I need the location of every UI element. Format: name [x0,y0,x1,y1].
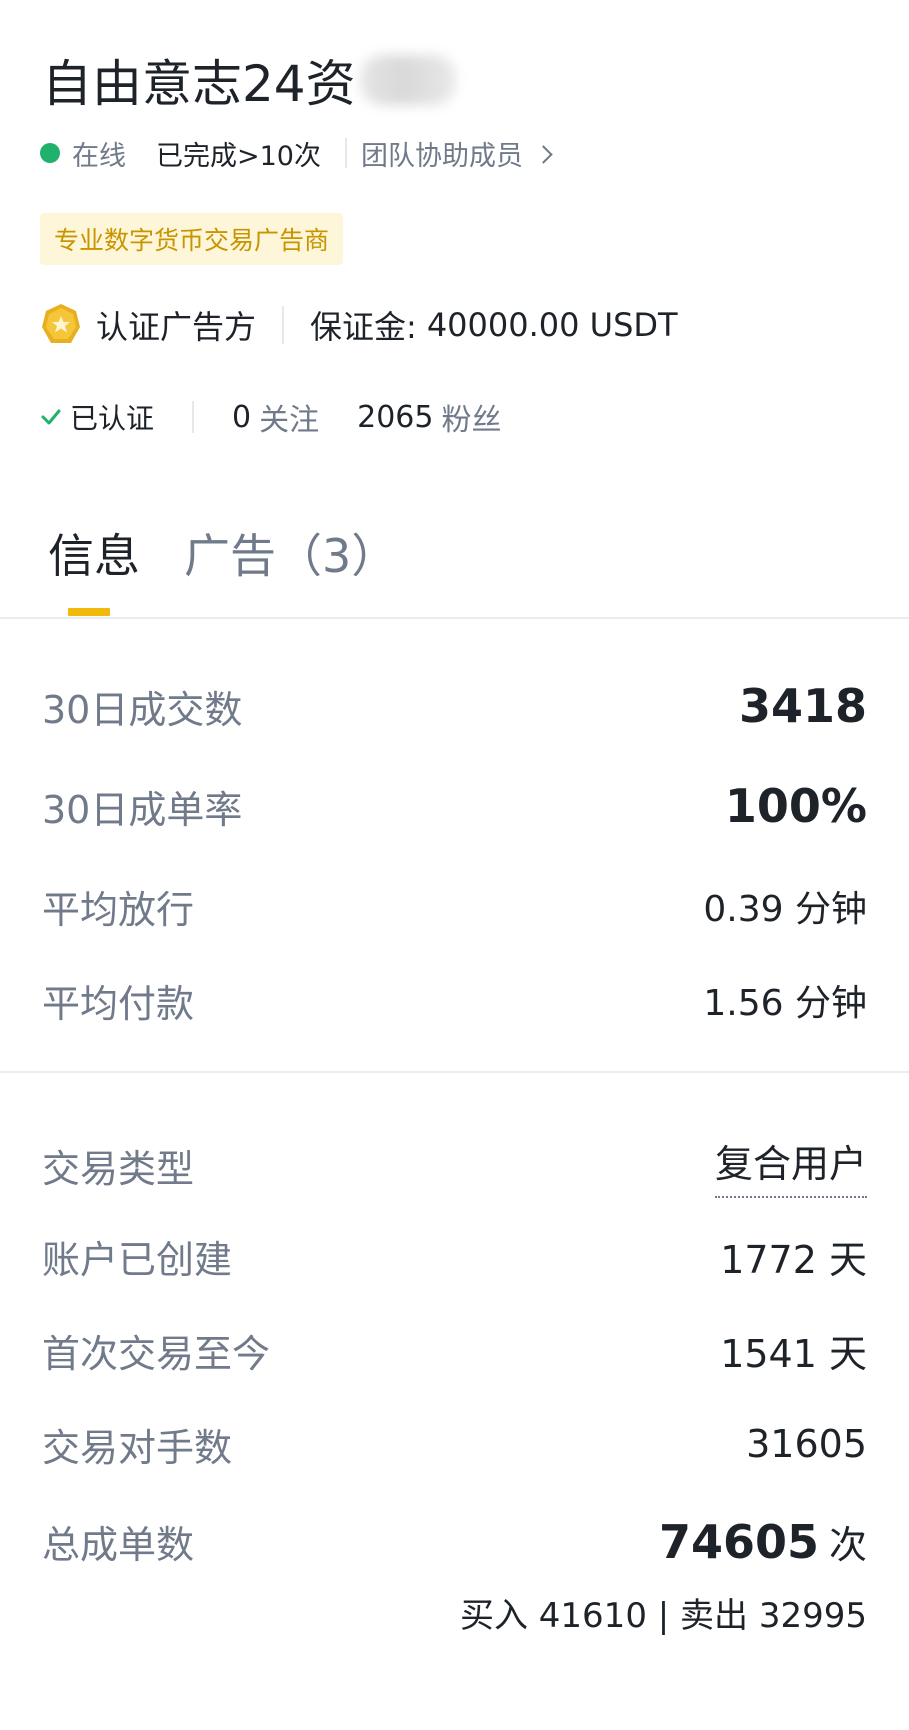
trade-type-value[interactable]: 复合用户 [714,1133,867,1198]
fans-count: 2065 [357,399,434,435]
stat-value: 100% [724,779,867,833]
total-orders-count: 74605 [658,1514,819,1569]
certification-row: 认证广告方 保证金: 40000.00 USDT [40,297,678,353]
detail-label: 交易对手数 [42,1425,233,1470]
active-tab-indicator [68,608,110,616]
stat-value: 3418 [738,679,867,733]
team-member-link[interactable]: 团队协助成员 [360,134,553,173]
merchant-name: 自由意志24资 [42,55,356,113]
detail-row-counterparties: 交易对手数 31605 [42,1414,867,1474]
detail-label: 首次交易至今 [42,1331,271,1376]
detail-label: 交易类型 [42,1146,195,1191]
stat-value: 0.39 分钟 [703,889,867,930]
section-divider [0,617,909,619]
stat-label: 30日成交数 [42,687,243,732]
section-divider [0,1071,909,1073]
redacted-name-suffix [359,55,456,105]
divider [344,138,347,168]
detail-label: 账户已创建 [42,1237,233,1282]
certified-advertiser-label: 认证广告方 [96,308,257,346]
team-member-label: 团队协助成员 [360,140,523,172]
total-orders-unit: 次 [828,1522,867,1567]
merchant-profile-page: 自由意志24资 在线 已完成>10次 团队协助成员 专业数字货币交易广告商 认证… [0,0,909,1730]
merchant-status-row: 在线 已完成>10次 团队协助成员 [40,128,553,178]
divider [192,401,195,433]
detail-value: 1772 天 [720,1237,867,1282]
following-label: 关注 [259,403,320,438]
stat-row-avg-release: 平均放行 0.39 分钟 [42,876,867,936]
following-count: 0 [232,399,252,435]
stat-label: 30日成单率 [42,787,243,832]
online-status: 在线 [72,140,126,172]
verified-label: 已认证 [70,402,155,435]
check-icon [41,409,61,425]
merchant-name-row: 自由意志24资 [42,40,456,120]
merchant-tag: 专业数字货币交易广告商 [40,213,344,265]
stat-value: 1.56 分钟 [703,983,867,1024]
total-orders-value: 74605 次 [659,1514,867,1569]
completed-orders: 已完成>10次 [156,140,321,172]
detail-row-first-trade: 首次交易至今 1541 天 [42,1320,867,1380]
detail-value: 1541 天 [720,1331,867,1376]
stat-label: 平均放行 [42,887,195,932]
detail-row-trade-type: 交易类型 复合用户 [42,1132,867,1198]
chevron-right-icon [534,144,553,164]
tab-ads[interactable]: 广告（3） [184,520,397,586]
certified-badge-icon [42,304,80,343]
online-dot-icon [40,143,60,163]
tab-info[interactable]: 信息 [48,520,140,586]
stat-row-avg-payment: 平均付款 1.56 分钟 [42,970,867,1030]
stat-row-30d-completion-rate: 30日成单率 100% [42,776,867,836]
deposit-label: 保证金: [310,308,417,346]
stat-row-30d-trades: 30日成交数 3418 [42,676,867,736]
detail-row-account-created: 账户已创建 1772 天 [42,1226,867,1286]
buy-sell-breakdown: 买入 41610 | 卖出 32995 [459,1596,867,1636]
detail-row-total-orders: 总成单数 74605 次 [42,1508,867,1574]
fans-label: 粉丝 [441,403,502,438]
profile-tabs: 信息 广告（3） [0,520,909,620]
deposit-value: 40000.00 USDT [426,306,678,344]
detail-value: 31605 [746,1422,867,1466]
stat-label: 平均付款 [42,981,195,1026]
divider [282,306,285,344]
verification-row: 已认证 0 关注 2065 粉丝 [40,392,501,442]
total-orders-label: 总成单数 [42,1522,195,1567]
